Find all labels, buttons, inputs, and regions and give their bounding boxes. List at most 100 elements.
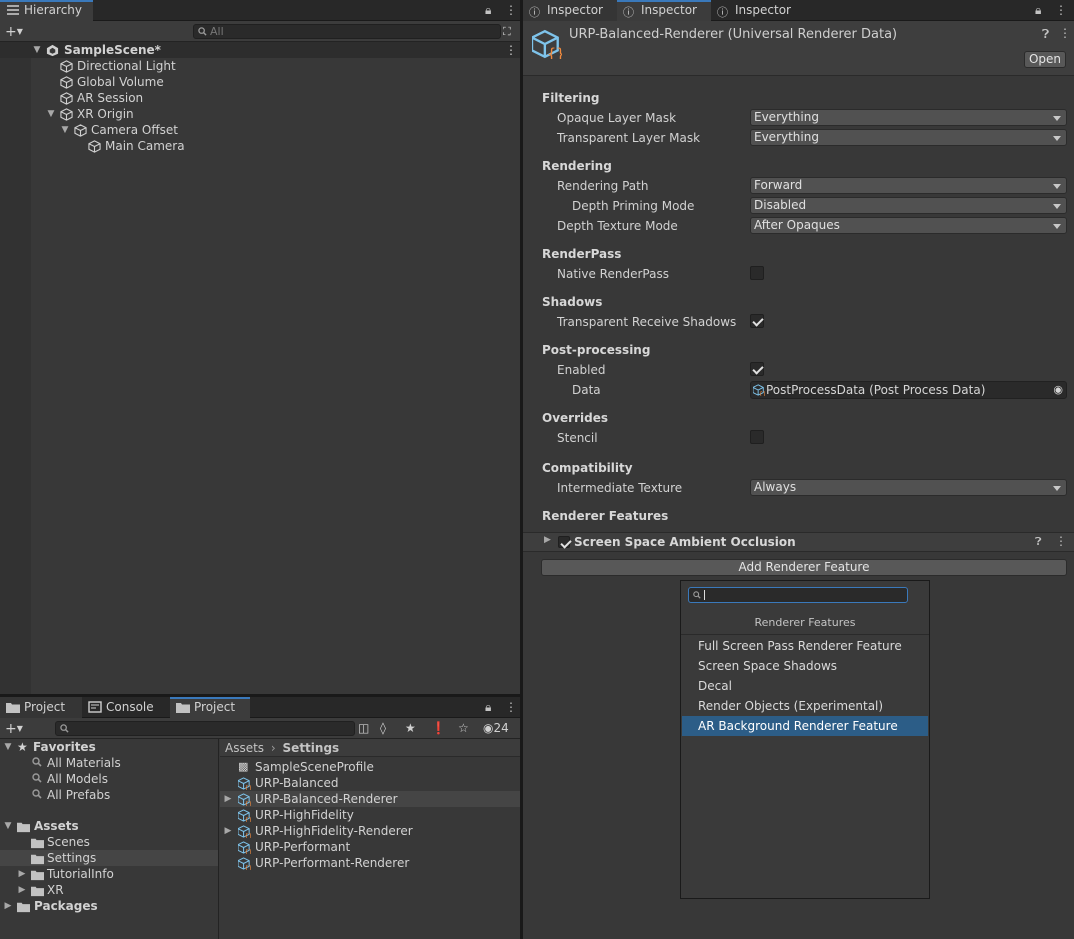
popup-item-ar-background[interactable]: AR Background Renderer Feature [682,716,928,736]
gameobject-cube-icon [74,124,87,137]
scene-label: SampleScene* [64,43,161,57]
favorite-star-icon[interactable]: ☆ [458,720,469,737]
hierarchy-item-global-volume[interactable]: Global Volume [0,74,520,90]
kebab-menu-icon[interactable]: ⋮ [505,3,517,17]
popup-item-decal[interactable]: Decal [682,676,928,696]
file-row[interactable]: ▶ URP-Balanced-Renderer [220,791,520,807]
gameobject-cube-icon [60,92,73,105]
folder-scenes[interactable]: Scenes [0,834,218,850]
hierarchy-item-directional-light[interactable]: Directional Light [0,58,520,74]
scene-row[interactable]: ▼ SampleScene* ⋮ [0,42,520,58]
tab-label: Project [24,700,66,714]
tab-inspector-3[interactable]: ⓘ Inspector [711,0,805,21]
expand-arrow-icon[interactable]: ▶ [223,791,233,807]
file-row[interactable]: ▩ SampleSceneProfile [220,759,520,775]
hidden-packages-toggle[interactable]: ◉24 [483,720,509,737]
file-row[interactable]: URP-HighFidelity [220,807,520,823]
project-search-input[interactable] [55,721,355,736]
popup-item-render-objects[interactable]: Render Objects (Experimental) [682,696,928,716]
pp-data-object-field[interactable]: PostProcessData (Post Process Data) ◉ [750,381,1067,399]
popup-item-full-screen-pass[interactable]: Full Screen Pass Renderer Feature [682,636,928,656]
favorite-all-materials[interactable]: All Materials [0,755,218,771]
hierarchy-item-xr-origin[interactable]: ▼ XR Origin [0,106,520,122]
renderer-data-icon [238,841,251,854]
tab-inspector-2[interactable]: ⓘ Inspector [617,0,711,21]
filter-by-label-icon[interactable]: ★ [405,720,416,737]
transparent-receive-shadows-checkbox[interactable] [750,314,764,328]
add-renderer-feature-button[interactable]: Add Renderer Feature [541,559,1067,576]
expand-arrow-icon[interactable]: ▼ [32,42,42,58]
popup-search-input[interactable] [688,587,908,603]
depth-texture-mode-dropdown[interactable]: After Opaques [750,217,1067,234]
feature-row-ssao[interactable]: ▶ Screen Space Ambient Occlusion ❓︎ ⋮ [523,532,1074,552]
folder-xr[interactable]: ▶ XR [0,882,218,898]
file-row[interactable]: URP-Performant-Renderer [220,855,520,871]
transparent-receive-shadows-label: Transparent Receive Shadows [557,315,737,329]
file-label: URP-Performant [255,840,351,854]
lock-icon[interactable]: 🔒︎ [485,3,491,18]
hierarchy-item-camera-offset[interactable]: ▼ Camera Offset [0,122,520,138]
expand-arrow-icon[interactable]: ▼ [60,122,70,138]
open-button[interactable]: Open [1024,51,1066,68]
help-icon[interactable]: ❓︎ [1035,535,1042,549]
favorite-all-prefabs[interactable]: All Prefabs [0,787,218,803]
folder-settings[interactable]: Settings [0,850,218,866]
tab-hierarchy[interactable]: Hierarchy [0,0,93,21]
tab-project-1[interactable]: Project [0,697,82,718]
expand-arrow-icon[interactable]: ▼ [3,739,13,755]
scene-menu-icon[interactable]: ⋮ [505,42,517,58]
add-create-button[interactable]: +▼ [5,23,23,40]
favorites-row[interactable]: ▼ ★ Favorites [0,739,218,755]
expand-arrow-icon[interactable]: ▼ [3,818,13,834]
hierarchy-search-input[interactable]: All [193,24,501,39]
object-picker-icon[interactable]: ◉ [1053,382,1063,398]
file-row[interactable]: URP-Balanced [220,775,520,791]
search-by-type-icon[interactable]: ◫ [358,720,369,737]
expand-arrow-icon[interactable]: ▼ [46,106,56,122]
file-row[interactable]: URP-Performant [220,839,520,855]
stencil-checkbox[interactable] [750,430,764,444]
expand-arrow-icon[interactable]: ▶ [223,823,233,839]
kebab-menu-icon[interactable]: ⋮ [505,700,517,714]
component-menu-icon[interactable]: ⋮ [1059,26,1071,40]
expand-arrow-icon[interactable]: ▶ [17,882,27,898]
favorite-all-models[interactable]: All Models [0,771,218,787]
section-renderpass: RenderPass [542,247,622,261]
intermediate-texture-dropdown[interactable]: Always [750,479,1067,496]
warnings-icon[interactable]: ❗ [431,720,446,737]
kebab-menu-icon[interactable]: ⋮ [1055,3,1067,17]
feature-menu-icon[interactable]: ⋮ [1055,534,1067,548]
feature-enabled-checkbox[interactable] [558,536,570,548]
hierarchy-item-ar-session[interactable]: AR Session [0,90,520,106]
rendering-path-dropdown[interactable]: Forward [750,177,1067,194]
file-row[interactable]: ▶ URP-HighFidelity-Renderer [220,823,520,839]
hierarchy-panel: Hierarchy 🔒︎ ⋮ +▼ All ⛶ ▼ SampleScene* ⋮… [0,0,520,694]
popup-item-screen-space-shadows[interactable]: Screen Space Shadows [682,656,928,676]
search-icon [32,773,42,783]
tab-inspector-1[interactable]: ⓘ Inspector [523,0,617,21]
pp-enabled-checkbox[interactable] [750,362,764,376]
feature-expand-arrow-icon[interactable]: ▶ [544,535,551,545]
lock-icon[interactable]: 🔒︎ [485,700,491,715]
packages-row[interactable]: ▶ Packages [0,898,218,914]
popup-header: Renderer Features [681,611,929,635]
opaque-layer-mask-dropdown[interactable]: Everything [750,109,1067,126]
expand-arrow-icon[interactable]: ▶ [3,898,13,914]
project-file-list: Assets › Settings ▩ SampleSceneProfile U… [220,739,520,939]
folder-tutorialinfo[interactable]: ▶ TutorialInfo [0,866,218,882]
breadcrumb-settings[interactable]: Settings [283,741,340,755]
transparent-layer-mask-dropdown[interactable]: Everything [750,129,1067,146]
filter-by-type-icon[interactable]: ◊ [380,720,386,737]
hierarchy-item-main-camera[interactable]: Main Camera [0,138,520,154]
scene-visibility-icon[interactable]: ⛶ [503,23,511,40]
expand-arrow-icon[interactable]: ▶ [17,866,27,882]
tab-project-2[interactable]: Project [170,697,250,718]
add-create-button[interactable]: +▼ [5,720,23,737]
lock-icon[interactable]: 🔒︎ [1035,3,1041,18]
tab-console[interactable]: Console [82,697,168,718]
depth-priming-mode-dropdown[interactable]: Disabled [750,197,1067,214]
native-renderpass-checkbox[interactable] [750,266,764,280]
assets-row[interactable]: ▼ Assets [0,818,218,834]
breadcrumb-assets[interactable]: Assets [225,741,264,755]
help-icon[interactable]: ❓︎ [1042,27,1049,42]
